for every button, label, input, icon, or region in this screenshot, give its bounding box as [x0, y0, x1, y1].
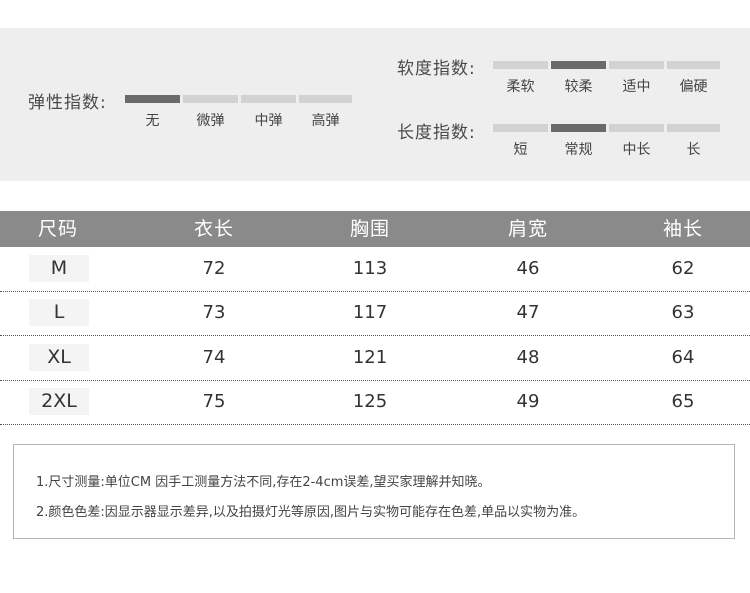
length-cell: 73 [202, 302, 226, 323]
elasticity-segment-2 [241, 95, 296, 103]
softness-segment-2 [609, 61, 664, 69]
size-cell: XL [29, 344, 89, 371]
size-cell: 2XL [29, 388, 89, 415]
softness-option-label: 偏硬 [679, 79, 708, 95]
elasticity-index-label: 弹性指数: [28, 93, 107, 113]
softness-segment-0 [493, 61, 548, 69]
chest-cell: 121 [352, 347, 388, 368]
fabric-index-panel: 弹性指数: 无 微弹 中弹 高弹 软度指数: 柔软 较柔 适中 偏硬 长度指数:… [0, 28, 750, 181]
header-length: 衣长 [193, 218, 234, 240]
length-option-label: 中长 [622, 142, 651, 158]
length-option-label: 长 [686, 142, 701, 158]
note-color-difference: 2.颜色色差:因显示器显示差异,以及拍摄灯光等原因,图片与实物可能存在色差,单品… [36, 505, 586, 520]
softness-option-label: 柔软 [506, 79, 535, 95]
length-index-label: 长度指数: [397, 123, 476, 143]
chest-cell: 117 [352, 302, 388, 323]
table-row: XL 74 121 48 64 [0, 336, 750, 381]
length-segment-1 [551, 124, 606, 132]
shoulder-cell: 46 [516, 258, 540, 279]
header-size: 尺码 [37, 218, 78, 240]
elasticity-option-label: 微弹 [196, 113, 225, 129]
sleeve-cell: 64 [671, 347, 695, 368]
elasticity-option-label: 高弹 [311, 113, 340, 129]
elasticity-segment-1 [183, 95, 238, 103]
length-segment-3 [667, 124, 720, 132]
length-segment-0 [493, 124, 548, 132]
sleeve-cell: 63 [671, 302, 695, 323]
size-cell: M [29, 255, 89, 282]
size-cell: L [29, 299, 89, 326]
length-option-label: 常规 [564, 142, 593, 158]
size-table-header: 尺码 衣长 胸围 肩宽 袖长 [0, 211, 750, 247]
length-segment-2 [609, 124, 664, 132]
table-row: L 73 117 47 63 [0, 291, 750, 336]
elasticity-segment-3 [299, 95, 352, 103]
softness-option-label: 较柔 [564, 79, 593, 95]
header-chest: 胸围 [349, 218, 390, 240]
elasticity-segment-0 [125, 95, 180, 103]
chest-cell: 125 [352, 391, 388, 412]
softness-segment-3 [667, 61, 720, 69]
sleeve-cell: 62 [671, 258, 695, 279]
length-option-label: 短 [513, 142, 528, 158]
notes-box: 1.尺寸测量:单位CM 因手工测量方法不同,存在2-4cm误差,望买家理解并知晓… [13, 444, 735, 539]
shoulder-cell: 48 [516, 347, 540, 368]
elasticity-option-label: 中弹 [254, 113, 283, 129]
sleeve-cell: 65 [671, 391, 695, 412]
elasticity-option-label: 无 [145, 113, 160, 129]
softness-segment-1 [551, 61, 606, 69]
length-cell: 72 [202, 258, 226, 279]
shoulder-cell: 49 [516, 391, 540, 412]
length-cell: 75 [202, 391, 226, 412]
softness-index-label: 软度指数: [397, 59, 476, 79]
table-row: 2XL 75 125 49 65 [0, 380, 750, 425]
header-sleeve: 袖长 [662, 218, 703, 240]
softness-option-label: 适中 [622, 79, 651, 95]
chest-cell: 113 [352, 258, 388, 279]
note-measurement: 1.尺寸测量:单位CM 因手工测量方法不同,存在2-4cm误差,望买家理解并知晓… [36, 475, 491, 490]
shoulder-cell: 47 [516, 302, 540, 323]
table-row: M 72 113 46 62 [0, 247, 750, 292]
header-shoulder: 肩宽 [507, 218, 548, 240]
length-cell: 74 [202, 347, 226, 368]
